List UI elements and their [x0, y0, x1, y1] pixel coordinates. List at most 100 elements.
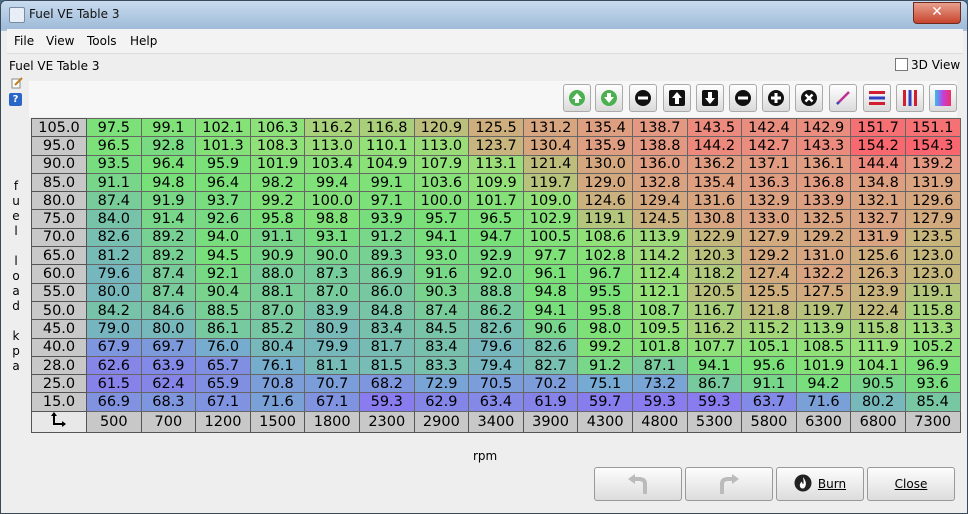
ve-cell[interactable]: 143.3	[795, 136, 852, 156]
load-axis-cell[interactable]: 25.0	[31, 374, 87, 394]
ve-cell[interactable]: 132.8	[631, 172, 688, 193]
color-map-button[interactable]	[929, 84, 957, 112]
ve-cell[interactable]: 83.3	[413, 355, 470, 376]
ve-cell[interactable]: 97.1	[358, 191, 415, 211]
ve-cell[interactable]: 112.1	[631, 282, 688, 302]
ve-cell[interactable]: 116.2	[686, 319, 743, 339]
ve-cell[interactable]: 88.5	[195, 300, 251, 321]
ve-cell[interactable]: 62.4	[140, 374, 197, 394]
ve-cell[interactable]: 103.4	[304, 154, 360, 174]
ve-cell[interactable]: 76.0	[195, 337, 251, 357]
close-button[interactable]: Close	[867, 467, 955, 501]
ve-cell[interactable]: 132.9	[741, 191, 797, 211]
ve-cell[interactable]: 84.2	[86, 300, 142, 321]
edit-icon[interactable]	[11, 77, 23, 89]
ve-cell[interactable]: 136.3	[741, 172, 797, 193]
ve-cell[interactable]: 92.9	[468, 246, 524, 266]
ve-cell[interactable]: 115.2	[741, 319, 797, 339]
ve-cell[interactable]: 136.2	[686, 154, 743, 174]
ve-cell[interactable]: 102.9	[522, 209, 579, 229]
ve-cell[interactable]: 131.2	[522, 117, 579, 138]
ve-cell[interactable]: 122.9	[686, 227, 743, 248]
load-axis-cell[interactable]: 65.0	[31, 246, 87, 266]
increase-button[interactable]	[663, 84, 691, 112]
ve-cell[interactable]: 80.2	[850, 392, 906, 412]
ve-cell[interactable]: 94.0	[195, 227, 251, 248]
ve-cell[interactable]: 81.7	[358, 337, 415, 357]
ve-cell[interactable]: 99.2	[577, 337, 633, 357]
ve-cell[interactable]: 70.8	[249, 374, 306, 394]
ve-cell[interactable]: 114.2	[631, 246, 688, 266]
ve-cell[interactable]: 81.2	[86, 246, 142, 266]
ve-cell[interactable]: 131.9	[850, 227, 906, 248]
ve-cell[interactable]: 124.5	[631, 209, 688, 229]
ve-cell[interactable]: 63.9	[140, 355, 197, 376]
rpm-axis-cell[interactable]: 2300	[358, 410, 415, 433]
ve-cell[interactable]: 131.9	[904, 172, 961, 193]
ve-cell[interactable]: 93.5	[86, 154, 142, 174]
ve-cell[interactable]: 102.8	[577, 246, 633, 266]
ve-cell[interactable]: 87.4	[413, 300, 470, 321]
ve-cell[interactable]: 94.8	[522, 282, 579, 302]
ve-cell[interactable]: 96.9	[904, 355, 961, 376]
ve-cell[interactable]: 80.4	[249, 337, 306, 357]
ve-cell[interactable]: 87.4	[140, 264, 197, 284]
ve-cell[interactable]: 93.6	[904, 374, 961, 394]
ve-cell[interactable]: 104.9	[358, 154, 415, 174]
ve-cell[interactable]: 151.1	[904, 117, 961, 138]
ve-cell[interactable]: 113.0	[413, 136, 470, 156]
ve-cell[interactable]: 93.7	[195, 191, 251, 211]
load-axis-cell[interactable]: 55.0	[31, 282, 87, 302]
ve-cell[interactable]: 98.2	[249, 172, 306, 193]
ve-cell[interactable]: 71.6	[249, 392, 306, 412]
load-axis-cell[interactable]: 28.0	[31, 355, 87, 376]
ve-cell[interactable]: 125.5	[468, 117, 524, 138]
ve-cell[interactable]: 83.9	[304, 300, 360, 321]
ve-cell[interactable]: 135.4	[577, 117, 633, 138]
ve-cell[interactable]: 89.3	[358, 246, 415, 266]
ve-cell[interactable]: 116.8	[358, 117, 415, 138]
help-icon[interactable]: ?	[9, 93, 22, 106]
ve-cell[interactable]: 116.7	[686, 300, 743, 321]
ve-cell[interactable]: 76.1	[249, 355, 306, 376]
menu-tools[interactable]: Tools	[87, 34, 117, 48]
ve-cell[interactable]: 87.4	[86, 191, 142, 211]
ve-cell[interactable]: 61.5	[86, 374, 142, 394]
ve-cell[interactable]: 82.7	[522, 355, 579, 376]
ve-cell[interactable]: 86.0	[358, 282, 415, 302]
ve-cell[interactable]: 138.7	[631, 117, 688, 138]
ve-cell[interactable]: 134.8	[850, 172, 906, 193]
ve-cell[interactable]: 100.5	[522, 227, 579, 248]
ve-cell[interactable]: 119.7	[522, 172, 579, 193]
ve-cell[interactable]: 131.0	[795, 246, 852, 266]
ve-cell[interactable]: 132.5	[795, 209, 852, 229]
ve-cell[interactable]: 70.2	[522, 374, 579, 394]
ve-cell[interactable]: 94.2	[795, 374, 852, 394]
rpm-axis-cell[interactable]: 4300	[577, 410, 633, 433]
ve-cell[interactable]: 88.8	[468, 282, 524, 302]
ve-cell[interactable]: 94.5	[195, 246, 251, 266]
ve-cell[interactable]: 154.2	[850, 136, 906, 156]
load-axis-cell[interactable]: 70.0	[31, 227, 87, 248]
ve-cell[interactable]: 136.0	[631, 154, 688, 174]
subtract-button[interactable]	[729, 84, 757, 112]
ve-cell[interactable]: 127.9	[741, 227, 797, 248]
ve-cell[interactable]: 129.2	[741, 246, 797, 266]
ve-cell[interactable]: 101.9	[795, 355, 852, 376]
ve-cell[interactable]: 82.6	[468, 319, 524, 339]
decrement-fine-button[interactable]	[595, 84, 623, 112]
ve-cell[interactable]: 94.1	[522, 300, 579, 321]
ve-cell[interactable]: 79.4	[468, 355, 524, 376]
ve-cell[interactable]: 86.1	[195, 319, 251, 339]
ve-cell[interactable]: 104.1	[850, 355, 906, 376]
ve-cell[interactable]: 89.2	[140, 246, 197, 266]
ve-cell[interactable]: 83.4	[413, 337, 470, 357]
ve-cell[interactable]: 100.0	[304, 191, 360, 211]
ve-cell[interactable]: 79.6	[86, 264, 142, 284]
ve-cell[interactable]: 59.3	[358, 392, 415, 412]
ve-cell[interactable]: 67.1	[195, 392, 251, 412]
ve-cell[interactable]: 80.0	[86, 282, 142, 302]
ve-cell[interactable]: 127.5	[795, 282, 852, 302]
ve-cell[interactable]: 132.2	[795, 264, 852, 284]
ve-cell[interactable]: 91.4	[140, 209, 197, 229]
